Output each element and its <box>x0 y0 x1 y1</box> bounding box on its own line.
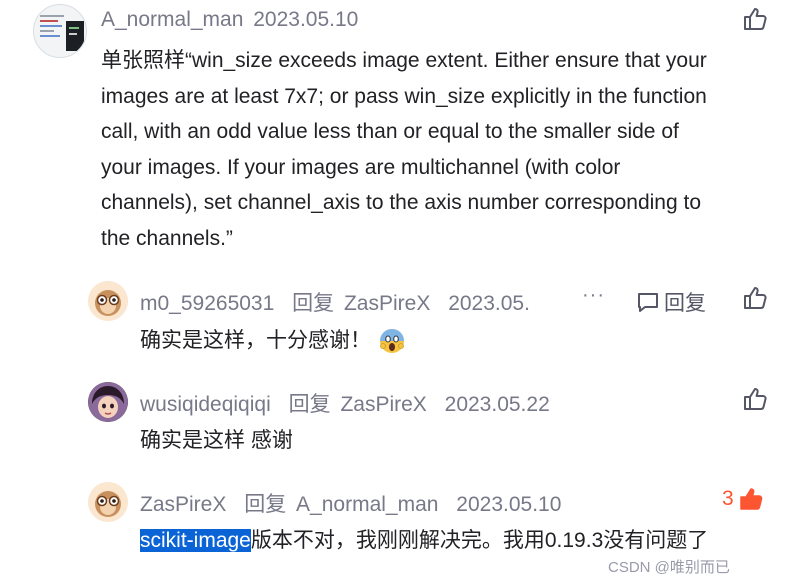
watermark: CSDN @唯别而已 <box>608 559 730 576</box>
thumbs-up-icon <box>744 8 767 30</box>
reply-label: 回复 <box>244 493 287 516</box>
scream-emoji-icon <box>379 328 405 354</box>
reply-header: wusiqideqiqiqi 回复 ZasPireX 2023.05.22 <box>140 388 550 418</box>
avatar[interactable] <box>88 281 128 321</box>
avatar[interactable] <box>33 4 87 58</box>
thumbs-up-filled-icon <box>739 488 763 510</box>
reply-date: 2023.05.10 <box>456 493 562 516</box>
reply-label: 回复 <box>292 292 335 315</box>
comment-line: the channels.” <box>101 226 233 250</box>
reply-body: 确实是这样，十分感谢！ <box>140 323 405 359</box>
username[interactable]: wusiqideqiqiqi <box>140 393 271 416</box>
comment-line: your images. If your images are multicha… <box>101 155 621 179</box>
like-button[interactable] <box>742 386 768 417</box>
reply-text: 版本不对，我刚刚解决完。我用0.19.3没有问题了 <box>250 529 709 552</box>
reply-body: scikit-image版本不对，我刚刚解决完。我用0.19.3没有问题了 <box>140 523 708 559</box>
reply-button[interactable]: 回复 <box>636 287 706 317</box>
avatar[interactable] <box>88 482 128 522</box>
username[interactable]: A_normal_man <box>101 8 243 31</box>
thumbs-up-icon <box>744 287 767 309</box>
comment-line: call, with an odd value less than or equ… <box>101 120 679 143</box>
thumbs-up-icon <box>744 388 767 410</box>
reply-date: 2023.05.22 <box>444 393 550 416</box>
more-button[interactable]: ··· <box>582 284 605 307</box>
username[interactable]: m0_59265031 <box>140 292 274 315</box>
reply-label: 回复 <box>288 393 331 416</box>
reply-target[interactable]: ZasPireX <box>340 393 426 416</box>
reply-body: 确实是这样 感谢 <box>140 423 293 459</box>
comment-line: images are at least 7x7; or pass win_siz… <box>101 84 707 108</box>
reply-header: m0_59265031 回复 ZasPireX 2023.05. <box>140 287 530 317</box>
reply-target[interactable]: ZasPireX <box>344 292 430 315</box>
reply-header: ZasPireX 回复 A_normal_man 2023.05.10 <box>140 488 561 518</box>
comment-body: 单张照样“win_size exceeds image extent. Eith… <box>101 43 781 256</box>
comment-line: channels), set channel_axis to the axis … <box>101 191 702 214</box>
like-button[interactable]: 3 <box>722 486 764 512</box>
selected-text: scikit-image <box>140 529 251 552</box>
like-count: 3 <box>722 487 734 510</box>
reply-date: 2023.05. <box>448 292 530 315</box>
avatar[interactable] <box>88 382 128 422</box>
comment-line: 单张照样“win_size exceeds image extent. Eith… <box>101 49 707 72</box>
like-button[interactable] <box>742 285 768 316</box>
comment-header: A_normal_man 2023.05.10 <box>101 8 358 32</box>
reply-target[interactable]: A_normal_man <box>296 493 438 516</box>
comment-date: 2023.05.10 <box>253 8 359 31</box>
like-button[interactable] <box>742 6 768 37</box>
reply-text: 确实是这样 感谢 <box>140 429 293 452</box>
reply-button-label: 回复 <box>664 292 706 315</box>
reply-text: 确实是这样，十分感谢！ <box>140 329 371 352</box>
comment-icon <box>638 293 658 312</box>
username[interactable]: ZasPireX <box>140 493 226 516</box>
